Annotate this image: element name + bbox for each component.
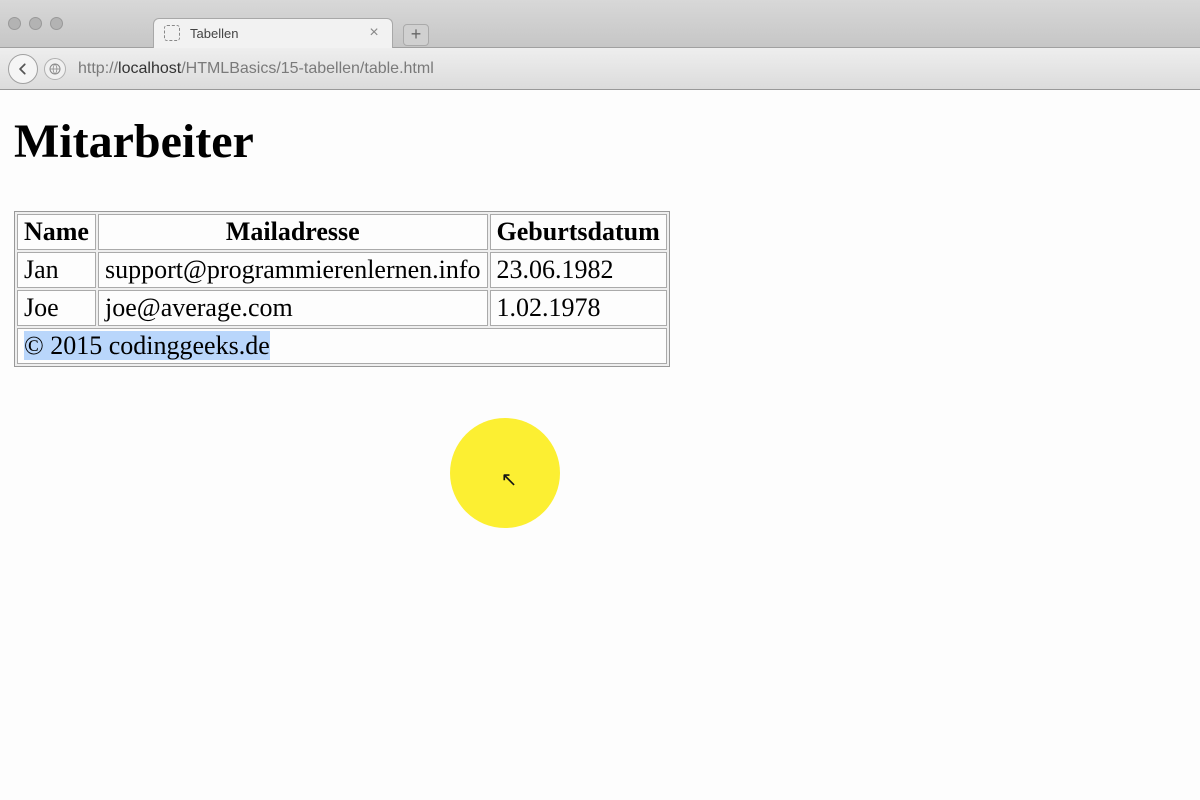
col-mail: Mailadresse xyxy=(98,214,488,250)
globe-icon xyxy=(49,63,61,75)
cursor-pointer-icon: ↖ xyxy=(501,467,518,492)
table-footer-cell: © 2015 codinggeeks.de xyxy=(17,328,667,364)
employee-table: Name Mailadresse Geburtsdatum Jan suppor… xyxy=(14,211,670,367)
page-viewport: Mitarbeiter Name Mailadresse Geburtsdatu… xyxy=(0,90,1200,800)
tab-close-button[interactable]: × xyxy=(366,25,382,41)
page-title: Mitarbeiter xyxy=(14,114,1186,169)
window-maximize-button[interactable] xyxy=(50,17,63,30)
window-titlebar: Tabellen × + xyxy=(0,0,1200,48)
url-host: localhost xyxy=(118,60,181,78)
cell-name: Jan xyxy=(17,252,96,288)
url-scheme: http:// xyxy=(78,60,118,78)
table-row: Joe joe@average.com 1.02.1978 xyxy=(17,290,667,326)
arrow-left-icon xyxy=(16,62,30,76)
favicon-icon xyxy=(164,25,180,41)
col-dob: Geburtsdatum xyxy=(490,214,667,250)
cell-mail: joe@average.com xyxy=(98,290,488,326)
copyright-text: © 2015 codinggeeks.de xyxy=(24,331,270,360)
site-identity-icon[interactable] xyxy=(44,58,66,80)
new-tab-button[interactable]: + xyxy=(403,24,429,46)
window-close-button[interactable] xyxy=(8,17,21,30)
cell-mail: support@programmierenlernen.info xyxy=(98,252,488,288)
browser-toolbar: http://localhost/HTMLBasics/15-tabellen/… xyxy=(0,48,1200,90)
table-header-row: Name Mailadresse Geburtsdatum xyxy=(17,214,667,250)
cursor-highlight-overlay: ↖ xyxy=(450,418,560,528)
tab-strip: Tabellen × + xyxy=(83,0,429,48)
col-name: Name xyxy=(17,214,96,250)
address-bar[interactable]: http://localhost/HTMLBasics/15-tabellen/… xyxy=(72,57,1192,81)
tab-title: Tabellen xyxy=(190,26,356,41)
table-footer-row: © 2015 codinggeeks.de xyxy=(17,328,667,364)
back-button[interactable] xyxy=(8,54,38,84)
window-controls xyxy=(8,17,63,30)
table-row: Jan support@programmierenlernen.info 23.… xyxy=(17,252,667,288)
cell-dob: 23.06.1982 xyxy=(490,252,667,288)
cell-dob: 1.02.1978 xyxy=(490,290,667,326)
browser-tab-active[interactable]: Tabellen × xyxy=(153,18,393,48)
cell-name: Joe xyxy=(17,290,96,326)
window-minimize-button[interactable] xyxy=(29,17,42,30)
url-path: /HTMLBasics/15-tabellen/table.html xyxy=(181,60,434,78)
